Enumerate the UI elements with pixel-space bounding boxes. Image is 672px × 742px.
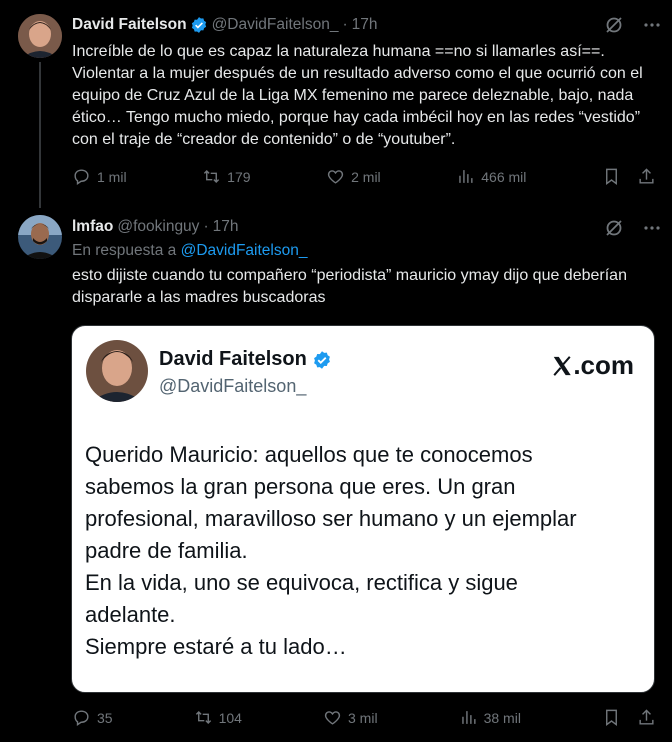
retweet-button[interactable]: 179 xyxy=(202,167,251,186)
retweet-icon xyxy=(204,169,220,184)
reply-icon xyxy=(74,169,89,185)
like-count: 3 mil xyxy=(348,709,378,726)
card-quote-text: Querido Mauricio: aquellos que te conoce… xyxy=(85,439,645,663)
card-avatar xyxy=(86,340,148,402)
views-icon xyxy=(459,170,473,183)
tweet-header: lmfao @fookinguy · 17h xyxy=(72,218,238,236)
card-line: padre de familia. xyxy=(85,538,248,563)
share-icon[interactable] xyxy=(637,708,656,727)
separator-dot: · xyxy=(342,16,348,33)
card-author-name: David Faitelson xyxy=(159,348,332,371)
bookmark-icon[interactable] xyxy=(602,167,621,186)
timestamp[interactable]: 17h xyxy=(213,218,239,236)
tweet-text: Increíble de lo que es capaz la naturale… xyxy=(72,43,643,148)
verified-badge-icon xyxy=(313,350,330,369)
avatar-photo xyxy=(18,14,62,58)
card-avatar-photo xyxy=(86,340,148,402)
reply-icon xyxy=(74,710,89,726)
views-count: 466 mil xyxy=(481,168,527,185)
views-button[interactable]: 38 mil xyxy=(459,708,521,727)
timestamp[interactable]: 17h xyxy=(352,16,378,34)
reply-button[interactable]: 1 mil xyxy=(72,167,127,186)
grok-icon[interactable] xyxy=(604,15,624,35)
card-line: En la vida, uno se equivoca, rectifica y… xyxy=(85,570,518,595)
tweet-1[interactable]: David Faitelson @DavidFaitelson_ · 17h I… xyxy=(0,0,672,208)
like-count: 2 mil xyxy=(351,168,381,185)
retweet-icon xyxy=(195,710,211,725)
card-line: sabemos la gran persona que eres. Un gra… xyxy=(85,474,516,499)
thread-line xyxy=(39,62,41,208)
like-button[interactable]: 3 mil xyxy=(323,708,378,727)
views-icon xyxy=(461,711,476,724)
tweet-actions: 35 104 3 mil 38 mil xyxy=(72,708,656,727)
retweet-button[interactable]: 104 xyxy=(194,708,242,727)
card-author-handle: @DavidFaitelson_ xyxy=(159,376,307,396)
avatar[interactable] xyxy=(18,215,62,259)
card-line: adelante. xyxy=(85,602,176,627)
separator-dot: · xyxy=(203,218,209,235)
x-logo-icon xyxy=(553,356,572,376)
card-author-name-text: David Faitelson xyxy=(159,348,307,370)
retweet-count: 104 xyxy=(218,709,242,726)
tweet-extra-actions xyxy=(602,167,656,186)
card-logo: .com xyxy=(551,350,634,381)
grok-icon[interactable] xyxy=(604,218,624,238)
like-button[interactable]: 2 mil xyxy=(326,167,381,186)
reply-context: En respuesta a @DavidFaitelson_ xyxy=(72,242,307,260)
card-line: Siempre estaré a tu lado… xyxy=(85,634,347,659)
reply-count: 1 mil xyxy=(97,168,127,185)
tweet-actions: 1 mil 179 2 mil 466 mil xyxy=(72,167,656,186)
retweet-count: 179 xyxy=(227,168,251,185)
verified-badge-icon xyxy=(191,17,206,33)
author-name[interactable]: lmfao xyxy=(72,218,113,236)
more-icon[interactable] xyxy=(642,218,662,238)
views-button[interactable]: 466 mil xyxy=(456,167,526,186)
reply-button[interactable]: 35 xyxy=(72,708,113,727)
author-handle[interactable]: @fookinguy xyxy=(117,218,199,236)
tweet-top-actions xyxy=(604,15,662,35)
tweet-top-actions xyxy=(604,218,662,238)
media-image-card[interactable]: David Faitelson @DavidFaitelson_ .com Qu… xyxy=(71,325,655,693)
tweet-text: esto dijiste cuando tu compañero “period… xyxy=(72,267,627,306)
share-icon[interactable] xyxy=(637,167,656,186)
reply-to-link[interactable]: @DavidFaitelson_ xyxy=(181,242,308,259)
avatar-photo xyxy=(18,215,62,259)
tweet-header: David Faitelson @DavidFaitelson_ · 17h xyxy=(72,16,378,34)
like-icon xyxy=(328,170,344,184)
avatar[interactable] xyxy=(18,14,62,58)
like-icon xyxy=(324,711,341,725)
bookmark-icon[interactable] xyxy=(602,708,621,727)
card-line: profesional, maravilloso ser humano y un… xyxy=(85,506,577,531)
author-name[interactable]: David Faitelson xyxy=(72,16,187,34)
card-logo-text: .com xyxy=(573,350,634,380)
views-count: 38 mil xyxy=(483,709,521,726)
card-line: Querido Mauricio: aquellos que te conoce… xyxy=(85,442,533,467)
tweet-extra-actions xyxy=(602,708,656,727)
reply-count: 35 xyxy=(97,709,113,726)
more-icon[interactable] xyxy=(642,15,662,35)
author-handle[interactable]: @DavidFaitelson_ xyxy=(212,16,339,34)
reply-prefix: En respuesta a xyxy=(72,242,177,259)
